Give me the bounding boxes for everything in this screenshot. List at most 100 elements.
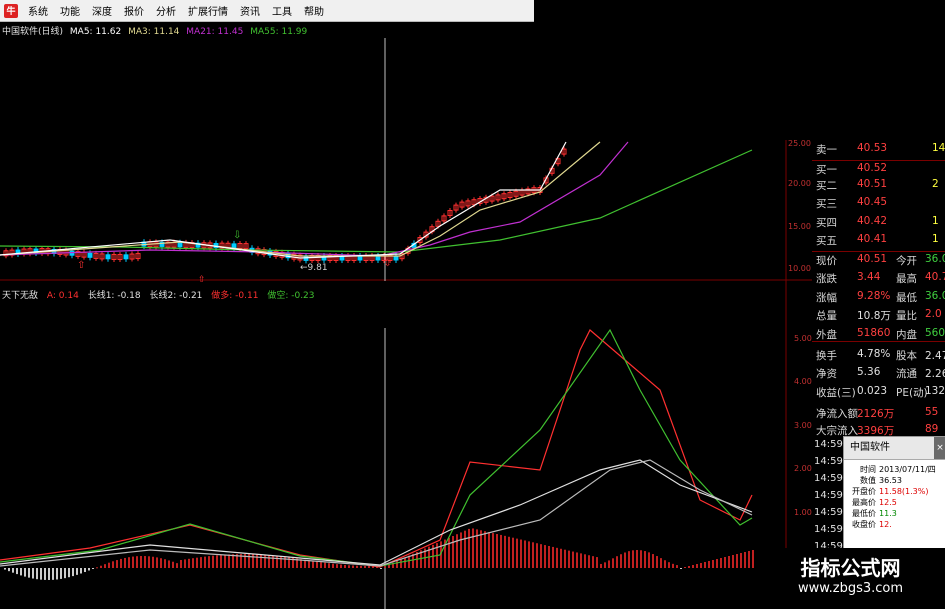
menu-function[interactable]: 功能 <box>54 3 86 18</box>
menu-depth[interactable]: 深度 <box>86 3 118 18</box>
ma3-label: MA3: 11.14 <box>128 27 180 37</box>
macd-bar <box>464 530 466 568</box>
macd-bar <box>644 551 646 568</box>
ask-volume: 14 <box>932 142 945 154</box>
macd-bar <box>536 543 538 568</box>
popup-title-text: 中国软件 <box>850 442 890 453</box>
macd-bar <box>12 568 14 573</box>
macd-bar <box>540 544 542 568</box>
quote-separator <box>812 251 945 252</box>
popup-key: 最高价 <box>852 498 876 507</box>
macd-bar <box>332 563 334 568</box>
buy-signal-icon: ⇩ <box>233 230 241 241</box>
popup-rows: 时间 2013/07/11/四 数值 36.53 开盘价 11.58(1.3%) 最高… <box>844 460 945 530</box>
redaction-block-top <box>534 0 945 140</box>
bid-price: 40.45 <box>857 196 888 208</box>
y-tick-20: 20.00 <box>788 179 811 188</box>
menu-tools[interactable]: 工具 <box>266 3 298 18</box>
close-icon[interactable]: × <box>934 437 945 459</box>
stat-row: 现价 40.51 今开 36.0 <box>814 253 945 268</box>
stat-row: 换手 4.78% 股本 2.47亿 <box>814 348 945 363</box>
stat-label-2: 最高 <box>896 273 917 285</box>
macd-bar <box>260 554 262 568</box>
menu-quote[interactable]: 报价 <box>118 3 150 18</box>
macd-bar <box>272 555 274 568</box>
macd-bar <box>592 556 594 568</box>
popup-value: 12. <box>879 520 892 529</box>
macd-bar <box>228 554 230 568</box>
macd-bar <box>584 554 586 568</box>
watermark: 指标公式网 www.zbgs3.com <box>756 548 945 609</box>
stat-row: 涨幅 9.28% 最低 36.0 <box>814 290 945 305</box>
popup-row: 最低价 11.3 <box>844 508 945 519</box>
macd-bar <box>368 565 370 568</box>
macd-bar <box>28 568 30 578</box>
macd-bar <box>204 556 206 568</box>
macd-line-red <box>0 329 753 568</box>
macd-bar <box>108 562 110 568</box>
macd-bar <box>32 568 34 579</box>
macd-bar <box>484 531 486 568</box>
stat-value: 10.8万 <box>857 310 891 322</box>
macd-bar <box>552 546 554 568</box>
menu-news[interactable]: 资讯 <box>234 3 266 18</box>
macd-bar <box>572 551 574 568</box>
macd-bar <box>276 555 278 568</box>
macd-bar <box>596 557 598 568</box>
macd-bar <box>696 564 698 568</box>
macd-bar <box>404 557 406 568</box>
macd-bar <box>40 568 42 580</box>
macd-bar <box>356 565 358 568</box>
menu-analysis[interactable]: 分析 <box>150 3 182 18</box>
macd-lines <box>0 328 753 568</box>
macd-line-green <box>0 328 753 567</box>
popup-title: 中国软件 × <box>844 437 945 460</box>
macd-bar <box>664 560 666 568</box>
macd-bar <box>196 557 198 568</box>
stat-label-2: 量比 <box>896 310 917 322</box>
indicator-bear: 做空: -0.23 <box>267 291 315 301</box>
stat-label-2: 今开 <box>896 255 917 267</box>
macd-bar <box>520 539 522 568</box>
macd-bar <box>144 556 146 568</box>
bid-volume: 2 <box>932 178 939 190</box>
macd-bar <box>172 561 174 568</box>
macd-bar <box>16 568 18 575</box>
tick-time: 14:59 <box>814 524 843 535</box>
macd-bar <box>576 552 578 568</box>
stat-label-2: 流通 <box>896 368 917 380</box>
macd-bar <box>124 557 126 568</box>
tick-time: 14:59 <box>814 507 843 518</box>
stat-value: 3.44 <box>857 271 881 283</box>
popup-row: 收盘价 12. <box>844 519 945 530</box>
macd-bar <box>652 554 654 568</box>
stat-label-2: 内盘 <box>896 329 917 341</box>
macd-bar <box>452 536 454 568</box>
macd-bar <box>740 553 742 568</box>
menu-help[interactable]: 帮助 <box>298 3 330 18</box>
macd-bar <box>112 561 114 568</box>
indicator-name: 天下无敌 <box>2 291 39 301</box>
macd-bar <box>396 560 398 568</box>
macd-bar <box>448 537 450 568</box>
macd-bar <box>680 568 682 569</box>
macd-bar <box>564 549 566 568</box>
stat-value-2: 2.26亿 <box>925 368 945 380</box>
menu-extended[interactable]: 扩展行情 <box>182 3 234 18</box>
ma55-line <box>0 149 753 253</box>
popup-value: 12.5 <box>879 498 897 507</box>
macd-bar <box>748 551 750 568</box>
indicator-header: 天下无敌 A: 0.14 长线1: -0.18 长线2: -0.21 做多: -… <box>2 288 321 301</box>
stat-label: 净资 <box>816 368 837 380</box>
macd-histogram <box>4 528 758 580</box>
macd-bar <box>624 552 626 568</box>
macd-bar <box>516 538 518 568</box>
macd-bar <box>76 568 78 575</box>
stat-row: 涨跌 3.44 最高 40.7 <box>814 271 945 286</box>
macd-bar <box>348 565 350 568</box>
menu-bar: 牛 系统 功能 深度 报价 分析 扩展行情 资讯 工具 帮助 <box>0 0 534 22</box>
popup-key: 收盘价 <box>852 520 876 529</box>
bid-volume: 1 <box>932 233 939 245</box>
macd-bar <box>264 554 266 568</box>
menu-system[interactable]: 系统 <box>22 3 54 18</box>
